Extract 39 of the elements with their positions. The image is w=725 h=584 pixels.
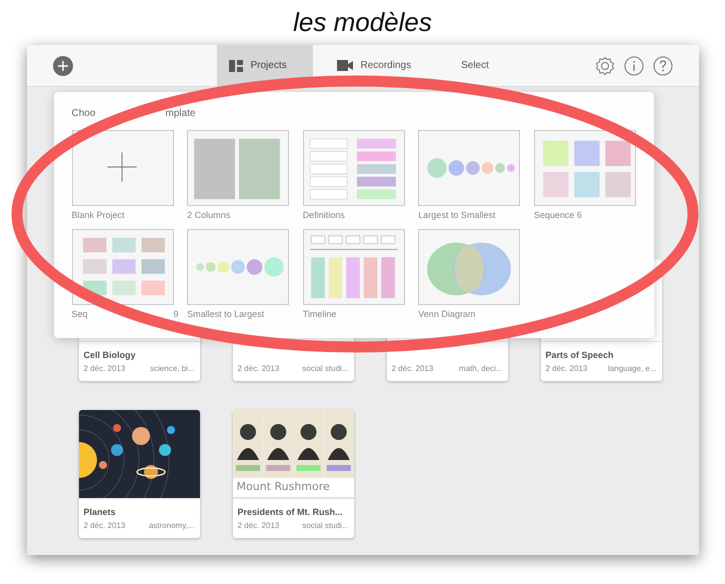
project-card[interactable]: Mount Rushmore Presidents of Mt. Rush... 2 déc. 2013 social studi...	[232, 410, 354, 538]
project-card[interactable]: Planets 2 déc. 2013 astronomy,...	[78, 410, 200, 538]
template-option[interactable]: Sequence 6	[534, 130, 636, 222]
project-title: Parts of Speech	[546, 350, 614, 360]
template-option[interactable]: 2 Columns	[187, 130, 290, 222]
project-tags: social studi...	[302, 363, 348, 374]
thumbnail-caption: Mount Rushmore	[236, 479, 330, 496]
project-title: Cell Biology	[84, 350, 136, 360]
project-title: Presidents of Mt. Rush...	[238, 507, 343, 517]
tab[interactable]: Recordings	[324, 44, 424, 86]
project-tags: math, deci...	[458, 363, 502, 374]
template-option[interactable]: Largest to Smallest	[418, 130, 521, 222]
project-date: 2 déc. 2013	[392, 363, 434, 374]
popover-title: Choo	[72, 107, 96, 121]
help-icon[interactable]	[652, 56, 672, 76]
template-option[interactable]: Timeline	[302, 228, 406, 321]
template-option[interactable]: Blank Project	[72, 130, 174, 222]
project-date: 2 déc. 2013	[84, 363, 126, 374]
info-icon[interactable]	[624, 56, 644, 76]
project-tags: science, bi...	[150, 363, 194, 374]
project-tags: astronomy,...	[148, 520, 194, 531]
plus-icon	[58, 60, 68, 70]
settings-icon[interactable]	[594, 56, 614, 76]
template-option[interactable]: Venn Diagram	[418, 228, 521, 321]
grid-icon	[228, 60, 242, 72]
project-date: 2 déc. 2013	[84, 520, 126, 531]
template-option[interactable]: Definitions	[302, 130, 406, 222]
project-tags: social studi...	[302, 520, 348, 531]
project-date: 2 déc. 2013	[546, 363, 588, 374]
project-title: Planets	[84, 507, 116, 517]
caption: les modèles	[293, 6, 432, 39]
project-date: 2 déc. 2013	[238, 520, 280, 531]
select-button[interactable]: Select	[461, 58, 489, 73]
template-option[interactable]: Smallest to Largest	[187, 228, 290, 321]
video-camera-icon	[336, 60, 352, 71]
project-date: 2 déc. 2013	[238, 363, 280, 374]
add-button[interactable]	[52, 56, 72, 76]
popover-title: mplate	[165, 107, 196, 121]
project-tags: language, e...	[608, 363, 656, 374]
